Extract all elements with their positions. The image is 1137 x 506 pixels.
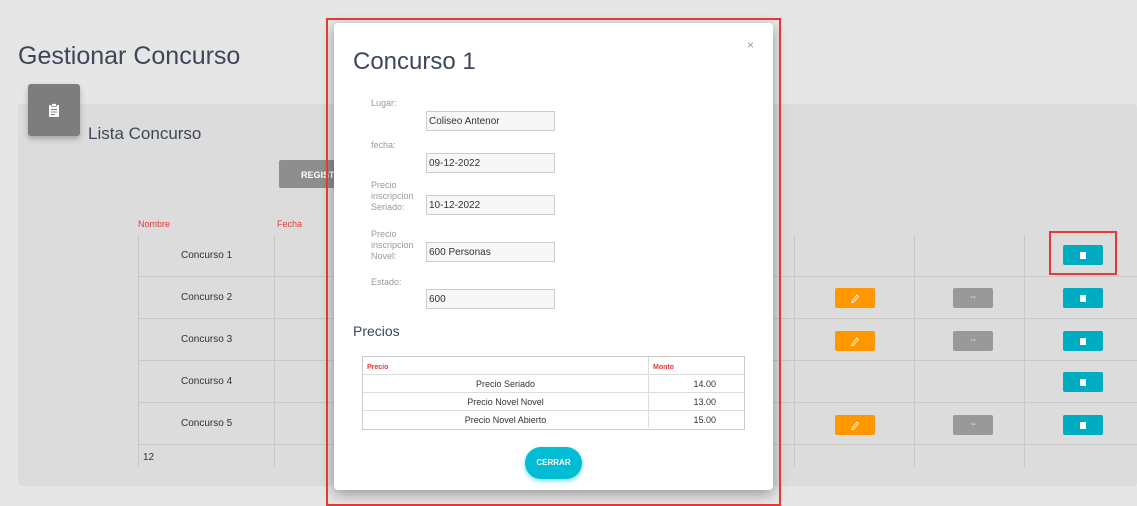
edit-button[interactable] [835,331,875,351]
document-icon [1080,337,1086,345]
pencil-icon [851,421,860,431]
action-button[interactable]: ↪ [953,331,993,351]
table-divider [274,235,275,467]
pencil-icon [851,337,860,347]
document-icon [1080,421,1086,429]
table-footer-count: 12 [143,452,155,463]
row-name: Concurso 4 [181,376,233,387]
table-divider [794,235,795,467]
table-divider [138,235,139,467]
highlight-box [1049,231,1117,275]
row-name: Concurso 5 [181,418,233,429]
edit-button[interactable] [835,415,875,435]
table-divider [914,235,915,467]
row-name: Concurso 3 [181,334,233,345]
column-header-nombre: Nombre [138,219,171,229]
highlight-box [326,18,781,506]
clipboard-icon [28,84,80,136]
view-button[interactable] [1063,288,1103,308]
row-name: Concurso 1 [181,250,233,261]
page-title: Gestionar Concurso [18,42,241,70]
table-divider [1024,235,1025,467]
column-header-fecha: Fecha [277,219,303,229]
edit-button[interactable] [835,288,875,308]
action-button[interactable]: ↪ [953,415,993,435]
pencil-icon [851,294,860,304]
view-button[interactable] [1063,331,1103,351]
view-button[interactable] [1063,372,1103,392]
view-button[interactable] [1063,415,1103,435]
card-title: Lista Concurso [88,124,202,143]
document-icon [1080,294,1086,302]
action-button[interactable]: ↪ [953,288,993,308]
document-icon [1080,378,1086,386]
row-name: Concurso 2 [181,292,233,303]
